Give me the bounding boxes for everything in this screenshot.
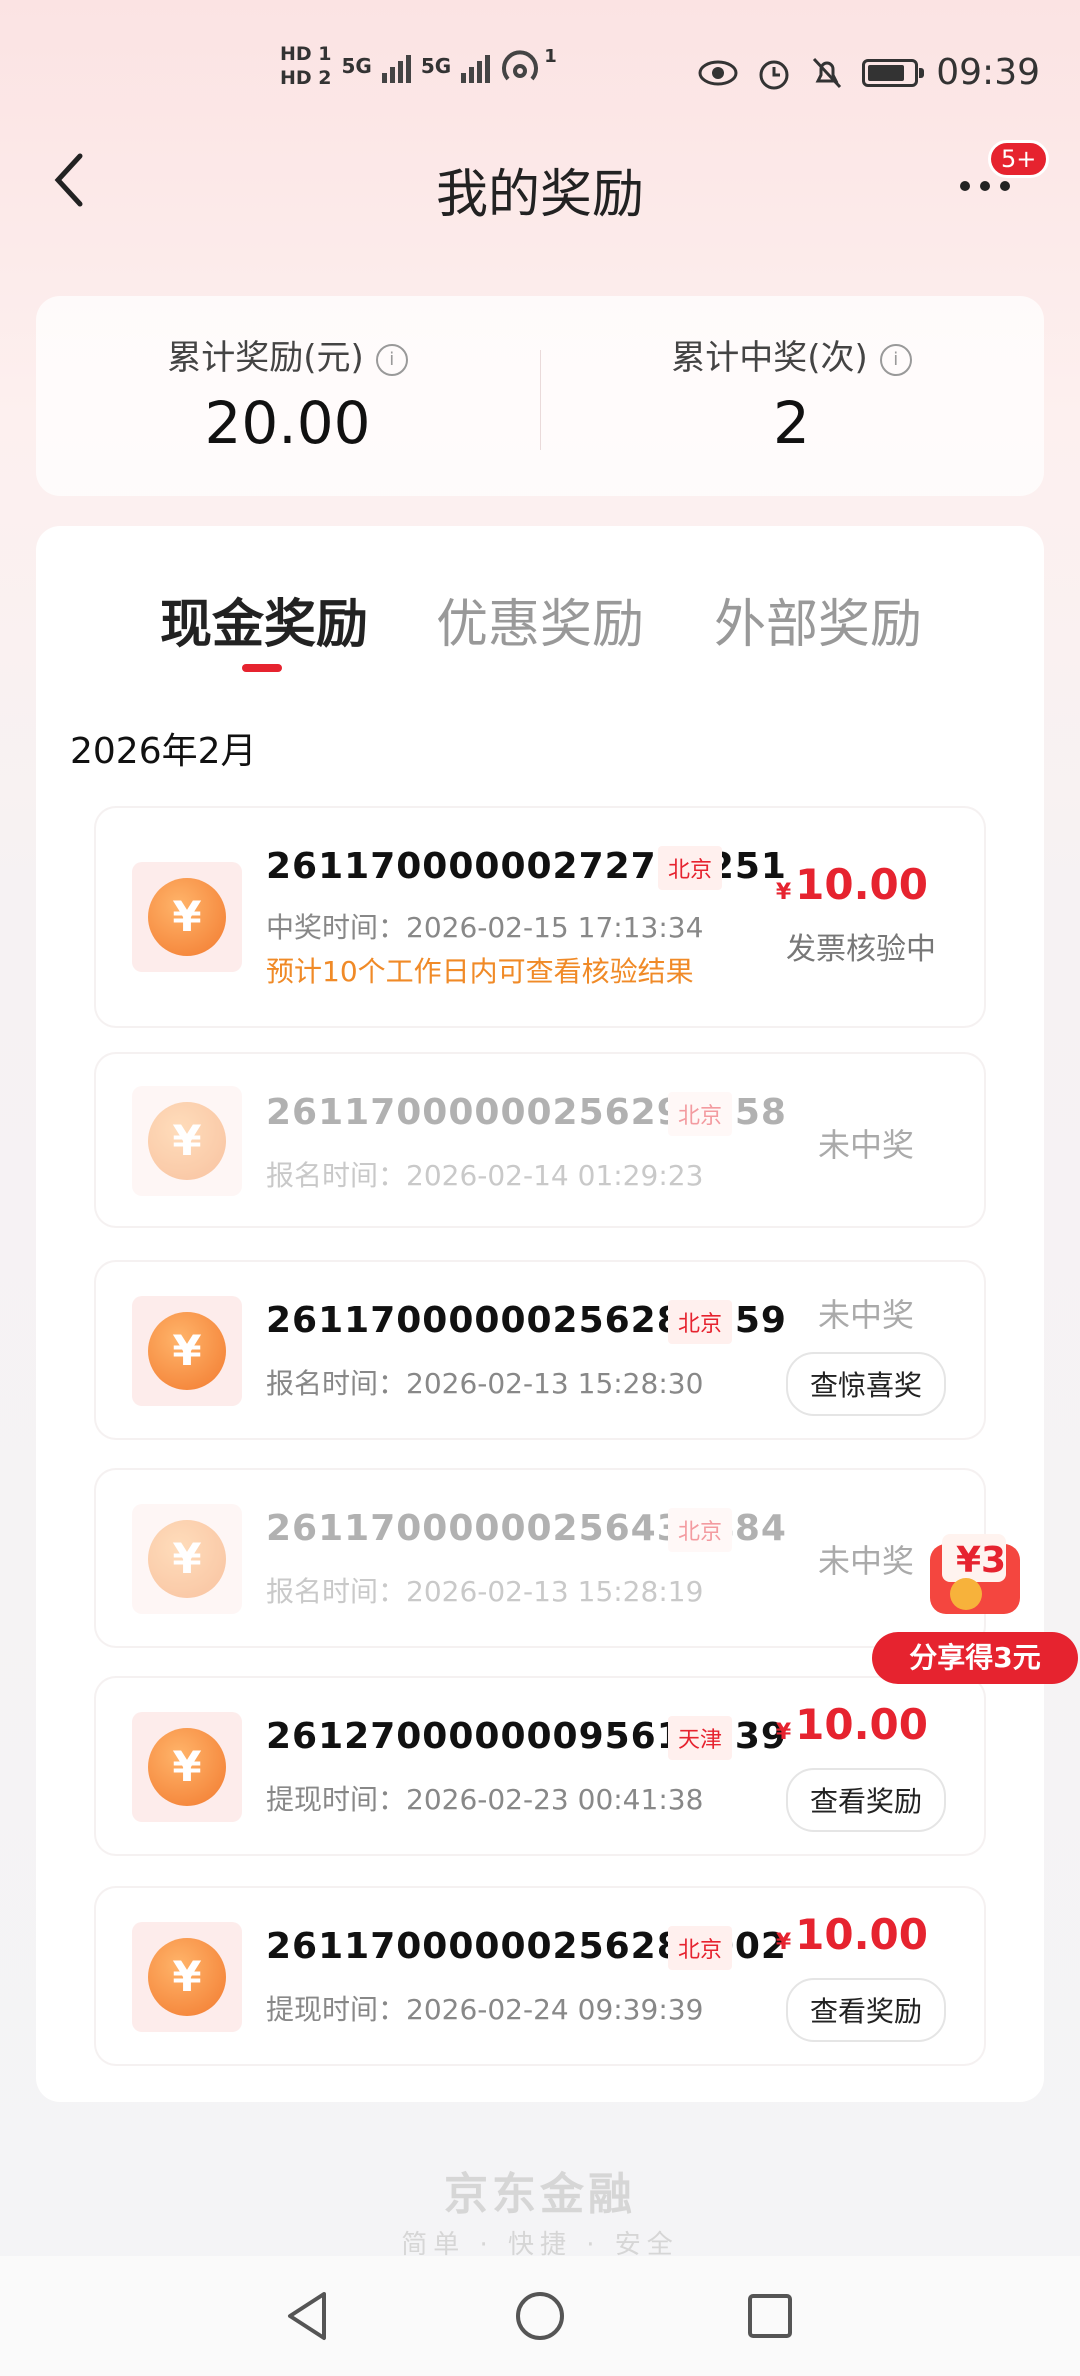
- tab-indicator: [242, 664, 282, 672]
- total-wins-stat: 累计中奖(次) i 2: [540, 330, 1043, 457]
- location-tag: 北京: [668, 1300, 733, 1344]
- nav-home-button[interactable]: [512, 2288, 568, 2344]
- tab-external-reward[interactable]: 外部奖励: [714, 582, 922, 657]
- total-reward-stat: 累计奖励(元) i 20.00: [36, 330, 539, 457]
- info-icon[interactable]: i: [375, 343, 408, 376]
- amount-value: 10.00: [795, 1700, 928, 1749]
- battery-icon: [862, 58, 925, 87]
- yuan-coin-icon: ¥: [148, 1312, 226, 1390]
- record-status: 发票核验中: [786, 932, 936, 967]
- mute-icon: [813, 57, 842, 88]
- yuan-coin-icon: ¥: [148, 1938, 226, 2016]
- reward-record[interactable]: ¥ 26117000000256434484 北京 报名时间：2026-02-1…: [96, 1470, 984, 1646]
- total-reward-value: 20.00: [204, 389, 371, 457]
- location-tag: 天津: [668, 1716, 733, 1760]
- record-hint: 预计10个工作日内可查看核验结果: [266, 955, 694, 988]
- hotspot-count: 1: [544, 45, 557, 67]
- tab-discount-reward[interactable]: 优惠奖励: [436, 582, 644, 657]
- amount-value: 10.00: [795, 860, 928, 909]
- hd1-label: HD 1: [280, 43, 332, 65]
- location-tag: 北京: [668, 1926, 733, 1970]
- location-tag: 北京: [658, 846, 723, 890]
- reward-record[interactable]: ¥ 26117000000256288002 北京 提现时间：2026-02-2…: [96, 1888, 984, 2064]
- yuan-coin-icon: ¥: [148, 1102, 226, 1180]
- message-badge: 5+: [988, 140, 1050, 178]
- yuan-coin-icon: ¥: [148, 878, 226, 956]
- signal-icon-2: [461, 49, 491, 83]
- hd2-label: HD 2: [280, 67, 332, 89]
- network-label-1: 5G: [341, 54, 372, 78]
- record-status: 未中奖: [817, 1542, 914, 1580]
- total-wins-value: 2: [773, 389, 810, 457]
- reward-amount: ¥10.00: [776, 860, 928, 909]
- alarm-icon: [759, 60, 789, 89]
- share-button[interactable]: 分享得3元: [872, 1632, 1078, 1684]
- reward-icon: ¥: [132, 862, 242, 972]
- reward-icon: ¥: [132, 1296, 242, 1406]
- reward-amount: ¥10.00: [776, 1910, 928, 1959]
- page-title: 我的奖励: [435, 165, 644, 225]
- yuan-coin-icon: ¥: [148, 1520, 226, 1598]
- record-time: 报名时间：2026-02-14 01:29:23: [266, 1159, 704, 1192]
- reward-record[interactable]: ¥ 26127000000095618239 天津 提现时间：2026-02-2…: [96, 1678, 984, 1854]
- reward-icon: ¥: [132, 1922, 242, 2032]
- info-icon[interactable]: i: [879, 343, 912, 376]
- total-reward-label: 累计奖励(元): [167, 338, 364, 378]
- tab-cash-reward[interactable]: 现金奖励: [160, 582, 368, 657]
- clock: 09:39: [936, 52, 1040, 93]
- check-surprise-button[interactable]: 查惊喜奖: [785, 1352, 946, 1416]
- currency-symbol: ¥: [775, 880, 792, 905]
- status-bar: HD 1 HD 2 5G 5G 1 09:39: [0, 0, 1080, 150]
- location-tag: 北京: [668, 1508, 733, 1552]
- total-wins-label: 累计中奖(次): [671, 338, 868, 378]
- currency-symbol: ¥: [775, 1930, 792, 1955]
- view-reward-button[interactable]: 查看奖励: [785, 1978, 946, 2042]
- amount-value: 10.00: [795, 1910, 928, 1959]
- circle-home-icon: [516, 2292, 564, 2340]
- nav-back-button[interactable]: [280, 2288, 336, 2344]
- square-recent-icon: [748, 2294, 792, 2338]
- record-status: 未中奖: [817, 1126, 914, 1164]
- status-right: 09:39: [698, 52, 1040, 93]
- hd-indicators: HD 1 HD 2: [280, 42, 332, 90]
- signal-icon: [381, 49, 411, 83]
- yuan-coin-icon: ¥: [148, 1728, 226, 1806]
- eye-icon: [698, 60, 738, 85]
- triangle-back-icon: [288, 2292, 326, 2340]
- record-status: 未中奖: [817, 1296, 914, 1334]
- reward-amount: ¥10.00: [776, 1700, 928, 1749]
- status-left: HD 1 HD 2 5G 5G 1: [280, 42, 557, 90]
- record-time: 报名时间：2026-02-13 15:28:30: [266, 1367, 704, 1400]
- reward-icon: ¥: [132, 1504, 242, 1614]
- reward-icon: ¥: [132, 1086, 242, 1196]
- month-heading: 2026年2月: [70, 731, 257, 772]
- currency-symbol: ¥: [775, 1720, 792, 1745]
- reward-record[interactable]: ¥ 26117000000272779251 北京 中奖时间：2026-02-1…: [96, 808, 984, 1026]
- reward-icon: ¥: [132, 1712, 242, 1822]
- reward-record[interactable]: ¥ 26117000000256289359 北京 报名时间：2026-02-1…: [96, 1262, 984, 1438]
- nav-recent-button[interactable]: [742, 2288, 798, 2344]
- gift-amount: ¥3: [956, 1540, 1007, 1581]
- brand-name: 京东金融: [444, 2169, 636, 2220]
- network-label-2: 5G: [420, 54, 452, 78]
- record-time: 提现时间：2026-02-23 00:41:38: [266, 1783, 704, 1816]
- record-time: 提现时间：2026-02-24 09:39:39: [266, 1993, 704, 2026]
- hotspot-icon: [502, 50, 539, 81]
- record-time: 中奖时间：2026-02-15 17:13:34: [266, 911, 704, 944]
- record-time: 报名时间：2026-02-13 15:28:19: [266, 1575, 704, 1608]
- location-tag: 北京: [668, 1092, 733, 1136]
- view-reward-button[interactable]: 查看奖励: [785, 1768, 946, 1832]
- reward-record[interactable]: ¥ 26117000000256299858 北京 报名时间：2026-02-1…: [96, 1054, 984, 1226]
